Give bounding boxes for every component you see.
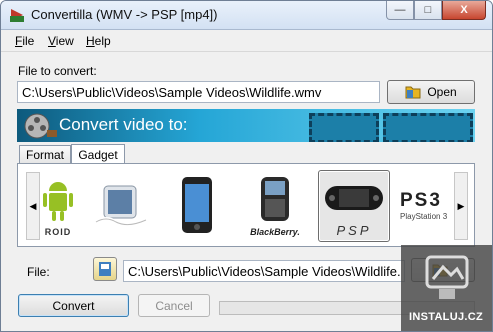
psp-icon [325,186,383,210]
window-title: Convertilla (WMV -> PSP [mp4]) [31,7,218,22]
open-button[interactable]: Open [387,80,475,104]
gadget-caption: PSP [336,223,372,238]
gadget-psp[interactable]: PSP [318,170,390,242]
title-bar[interactable]: Convertilla (WMV -> PSP [mp4]) — □ X [1,1,492,30]
chevron-right-icon: ▶ [457,200,465,211]
watermark: INSTALUJ.CZ [401,245,492,331]
open-button-label: Open [427,85,457,99]
choose-output-button[interactable] [93,257,117,281]
close-icon: X [460,4,468,16]
ps3-logo: PS3 [400,190,442,211]
gadget-blackberry[interactable]: BlackBerry. [240,170,310,240]
source-file-input[interactable] [17,81,380,103]
menu-view[interactable]: View [48,34,74,48]
android-icon [43,182,73,221]
app-icon [10,9,24,22]
watermark-text: INSTALUJ.CZ [409,311,483,323]
window-controls: — □ X [386,1,486,21]
menu-bar: File View Help [1,30,492,52]
chevron-left-icon: ◀ [29,200,37,211]
banner-heading: Convert video to: [59,115,188,134]
gadget-caption: ROID [44,227,72,237]
blackberry-icon [261,177,289,221]
maximize-icon: □ [424,4,432,16]
gadget-android[interactable]: ROID [38,170,78,240]
output-file-input[interactable] [123,260,405,282]
gadget-ipod-touch[interactable] [170,170,224,240]
cancel-button[interactable]: Cancel [138,294,210,317]
folder-open-icon [405,86,421,99]
close-button[interactable]: X [442,1,486,20]
ipod-touch-icon [182,177,212,233]
convert-banner: Convert video to: [17,109,475,142]
gadget-ps3[interactable]: PS3 PlayStation 3 [400,170,456,240]
maximize-button[interactable]: □ [414,1,442,20]
scroll-right-button[interactable]: ▶ [454,172,468,240]
app-window: Convertilla (WMV -> PSP [mp4]) — □ X Fil… [0,0,493,332]
convert-button[interactable]: Convert [18,294,129,317]
watermark-logo-icon [425,255,469,299]
save-file-icon [99,262,111,276]
source-file-label: File to convert: [18,64,97,78]
output-file-label: File: [27,265,50,279]
filmstrip-decoration [383,113,473,142]
minimize-button[interactable]: — [386,1,414,20]
menu-help[interactable]: Help [86,34,111,48]
gadget-ipod-nano[interactable] [88,170,154,240]
minimize-icon: — [394,4,406,16]
gadget-panel: ◀ ROID BlackBerry. PSP PS3 PlayStation 3… [17,163,475,247]
film-reel-icon [24,113,57,139]
gadget-caption: BlackBerry. [250,227,300,237]
tab-format[interactable]: Format [19,145,71,163]
filmstrip-decoration [309,113,379,142]
tab-gadget[interactable]: Gadget [71,144,125,164]
ipod-nano-icon [94,185,147,227]
menu-file[interactable]: File [15,34,34,48]
gadget-caption: PlayStation 3 [400,212,448,221]
